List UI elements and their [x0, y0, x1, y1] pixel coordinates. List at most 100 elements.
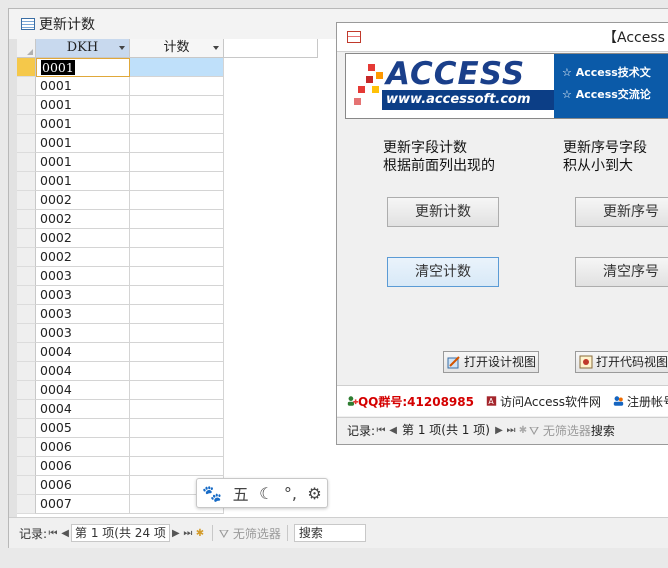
cell-dkh[interactable]: 0003: [36, 324, 130, 343]
table-row[interactable]: 0001: [17, 58, 318, 77]
prev-record-icon[interactable]: ◀: [59, 528, 71, 539]
banner-link-articles[interactable]: ☆ Access技术文: [562, 64, 651, 80]
table-row[interactable]: 0004: [17, 343, 318, 362]
cell-dkh[interactable]: 0002: [36, 248, 130, 267]
table-row[interactable]: 0002: [17, 248, 318, 267]
cell-dkh[interactable]: 0007: [36, 495, 130, 514]
row-selector[interactable]: [17, 248, 36, 267]
row-selector[interactable]: [17, 362, 36, 381]
table-row[interactable]: 0001: [17, 172, 318, 191]
cell-dkh[interactable]: 0003: [36, 305, 130, 324]
row-selector[interactable]: [17, 286, 36, 305]
table-row[interactable]: 0002: [17, 210, 318, 229]
table-row[interactable]: 0004: [17, 400, 318, 419]
update-seq-button[interactable]: 更新序号: [575, 197, 668, 227]
cell-dkh[interactable]: 0001: [36, 172, 130, 191]
cell-count[interactable]: [130, 324, 224, 343]
prev-record-icon[interactable]: ◀: [387, 425, 399, 436]
table-row[interactable]: 0003: [17, 267, 318, 286]
cell-dkh[interactable]: 0001: [36, 77, 130, 96]
row-selector[interactable]: [17, 381, 36, 400]
cell-dkh[interactable]: 0004: [36, 381, 130, 400]
row-selector[interactable]: [17, 267, 36, 286]
table-row[interactable]: 0001: [17, 153, 318, 172]
table-row[interactable]: 0002: [17, 229, 318, 248]
table-row[interactable]: 0006: [17, 457, 318, 476]
cell-count[interactable]: [130, 115, 224, 134]
first-record-icon[interactable]: ⏮: [375, 425, 387, 436]
cell-count[interactable]: [130, 267, 224, 286]
next-record-icon[interactable]: ▶: [170, 528, 182, 539]
cell-count[interactable]: [130, 457, 224, 476]
record-position-field[interactable]: 第 1 项(共 24 项: [71, 524, 170, 542]
new-record-icon[interactable]: ✱: [194, 528, 206, 539]
column-header-dkh[interactable]: DKH: [36, 39, 130, 58]
cell-dkh[interactable]: 0006: [36, 457, 130, 476]
cell-dkh[interactable]: 0004: [36, 362, 130, 381]
row-selector[interactable]: [17, 172, 36, 191]
row-selector[interactable]: [17, 58, 36, 77]
table-row[interactable]: 0002: [17, 191, 318, 210]
filter-status[interactable]: ⛛ 无筛选器: [529, 422, 591, 439]
row-selector[interactable]: [17, 191, 36, 210]
cell-count[interactable]: [130, 134, 224, 153]
column-header-count[interactable]: 计数: [130, 39, 224, 58]
search-box[interactable]: 搜索: [293, 524, 366, 542]
cell-dkh[interactable]: 0001: [36, 134, 130, 153]
cell-dkh[interactable]: 0001: [36, 96, 130, 115]
last-record-icon[interactable]: ⏭: [505, 425, 517, 436]
row-selector[interactable]: [17, 457, 36, 476]
cell-dkh[interactable]: 0002: [36, 229, 130, 248]
clear-count-button[interactable]: 清空计数: [387, 257, 499, 287]
row-selector[interactable]: [17, 210, 36, 229]
table-row[interactable]: 0005: [17, 419, 318, 438]
row-selector[interactable]: [17, 153, 36, 172]
cell-count[interactable]: [130, 343, 224, 362]
qq-group-link[interactable]: QQ群号:41208985: [358, 393, 474, 410]
cell-dkh[interactable]: 0002: [36, 210, 130, 229]
table-row[interactable]: 0004: [17, 381, 318, 400]
last-record-icon[interactable]: ⏭: [182, 528, 194, 539]
table-row[interactable]: 0001: [17, 77, 318, 96]
dropdown-arrow-icon[interactable]: [213, 46, 219, 50]
cell-count[interactable]: [130, 381, 224, 400]
row-selector[interactable]: [17, 229, 36, 248]
row-selector[interactable]: [17, 96, 36, 115]
cell-count[interactable]: [130, 96, 224, 115]
table-row[interactable]: 0003: [17, 305, 318, 324]
open-design-view-button[interactable]: 打开设计视图: [443, 351, 539, 373]
next-record-icon[interactable]: ▶: [493, 425, 505, 436]
row-selector[interactable]: [17, 324, 36, 343]
cell-dkh[interactable]: 0006: [36, 438, 130, 457]
row-selector[interactable]: [17, 134, 36, 153]
clear-seq-button[interactable]: 清空序号: [575, 257, 668, 287]
row-selector[interactable]: [17, 476, 36, 495]
cell-dkh[interactable]: 0001: [36, 153, 130, 172]
dropdown-arrow-icon[interactable]: [119, 46, 125, 50]
cell-count[interactable]: [130, 286, 224, 305]
cell-count[interactable]: [130, 191, 224, 210]
cell-dkh[interactable]: 0003: [36, 267, 130, 286]
cell-count[interactable]: [130, 400, 224, 419]
first-record-icon[interactable]: ⏮: [47, 528, 59, 539]
cell-dkh[interactable]: 0006: [36, 476, 130, 495]
table-row[interactable]: 0001: [17, 115, 318, 134]
table-row[interactable]: 0003: [17, 324, 318, 343]
row-selector[interactable]: [17, 438, 36, 457]
cell-count[interactable]: [130, 153, 224, 172]
cell-count[interactable]: [130, 77, 224, 96]
cell-count[interactable]: [130, 419, 224, 438]
filter-status[interactable]: ⛛ 无筛选器: [219, 525, 281, 542]
row-selector[interactable]: [17, 343, 36, 362]
form-titlebar[interactable]: 【Access: [337, 23, 668, 52]
cell-count[interactable]: [130, 58, 224, 77]
open-code-view-button[interactable]: 打开代码视图: [575, 351, 668, 373]
search-box[interactable]: 搜索: [591, 422, 615, 439]
punct-icon[interactable]: °,: [284, 484, 297, 503]
row-selector[interactable]: [17, 115, 36, 134]
cell-count[interactable]: [130, 229, 224, 248]
row-selector[interactable]: [17, 77, 36, 96]
table-row[interactable]: 0006: [17, 438, 318, 457]
moon-icon[interactable]: ☾: [259, 484, 273, 503]
cell-count[interactable]: [130, 305, 224, 324]
